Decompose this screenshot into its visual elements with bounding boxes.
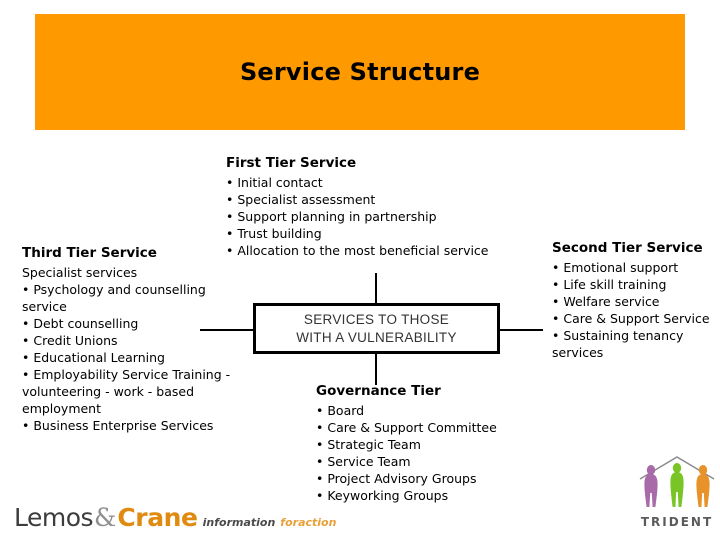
list-item: • Welfare service [552,294,660,309]
list-item: • Trust building [226,226,322,241]
list-item: • Initial contact [226,175,323,190]
list-item: • Educational Learning [22,350,165,365]
list-item: • Support planning in partnership [226,209,437,224]
second-tier-service-block: Second Tier Service • Emotional support … [552,240,717,361]
page-title: Service Structure [239,58,481,86]
connector-line-top [375,273,377,304]
list-item: • Care & Support Service [552,311,710,326]
first-tier-heading: First Tier Service [226,155,357,171]
list-item: • Credit Unions [22,333,118,348]
list-item: • Emotional support [552,260,679,275]
list-item: • Allocation to the most beneficial serv… [226,243,489,258]
list-item: • Project Advisory Groups [316,471,477,486]
list-item: Specialist services [22,265,138,280]
list-item: • Business Enterprise Services [22,418,214,433]
list-item: • Life skill training [552,277,667,292]
list-item: • Care & Support Committee [316,420,497,435]
center-node-line-1: SERVICES TO THOSE [303,311,450,327]
trident-wordmark: TRIDENT [640,515,714,529]
trident-figure-left-icon [644,465,658,507]
governance-tier-block: Governance Tier • Board • Care & Support… [316,383,546,504]
lemos-and-crane-logo: Lemos & Crane information foraction [14,503,336,532]
trident-figures-icon [639,456,715,507]
list-item: • Service Team [316,454,411,469]
list-item: • Keyworking Groups [316,488,449,503]
connector-line-left [200,329,254,331]
list-item: • Employability Service Training - volun… [22,367,231,416]
list-item: • Specialist assessment [226,192,376,207]
logo-text-lemos: Lemos [14,503,94,532]
list-item: • Strategic Team [316,437,421,452]
first-tier-service-block: First Tier Service • Initial contact • S… [226,155,489,259]
center-node-services-to-those-with-a-vulnerability: SERVICES TO THOSE WITH A VULNERABILITY [253,303,500,354]
center-node-line-2: WITH A VULNERABILITY [296,329,457,345]
title-banner: Service Structure [35,14,685,130]
list-item: • Psychology and counselling service [22,282,206,314]
list-item: • Board [316,403,365,418]
connector-line-bottom [375,354,377,385]
logo-text-crane: Crane [117,503,198,532]
trident-figure-center-icon [670,463,684,507]
trident-logo: TRIDENT [636,453,718,533]
list-item: • Sustaining tenancy services [552,328,684,360]
logo-ampersand-icon: & [94,503,117,532]
third-tier-heading: Third Tier Service [22,245,157,261]
logo-tagline-foraction: foraction [280,516,337,529]
second-tier-heading: Second Tier Service [552,240,703,256]
trident-figure-right-icon [696,465,710,507]
logo-tagline-information: information [202,516,276,529]
third-tier-service-block: Third Tier Service Specialist services •… [22,245,237,434]
connector-line-right [499,329,543,331]
governance-tier-heading: Governance Tier [316,383,441,399]
